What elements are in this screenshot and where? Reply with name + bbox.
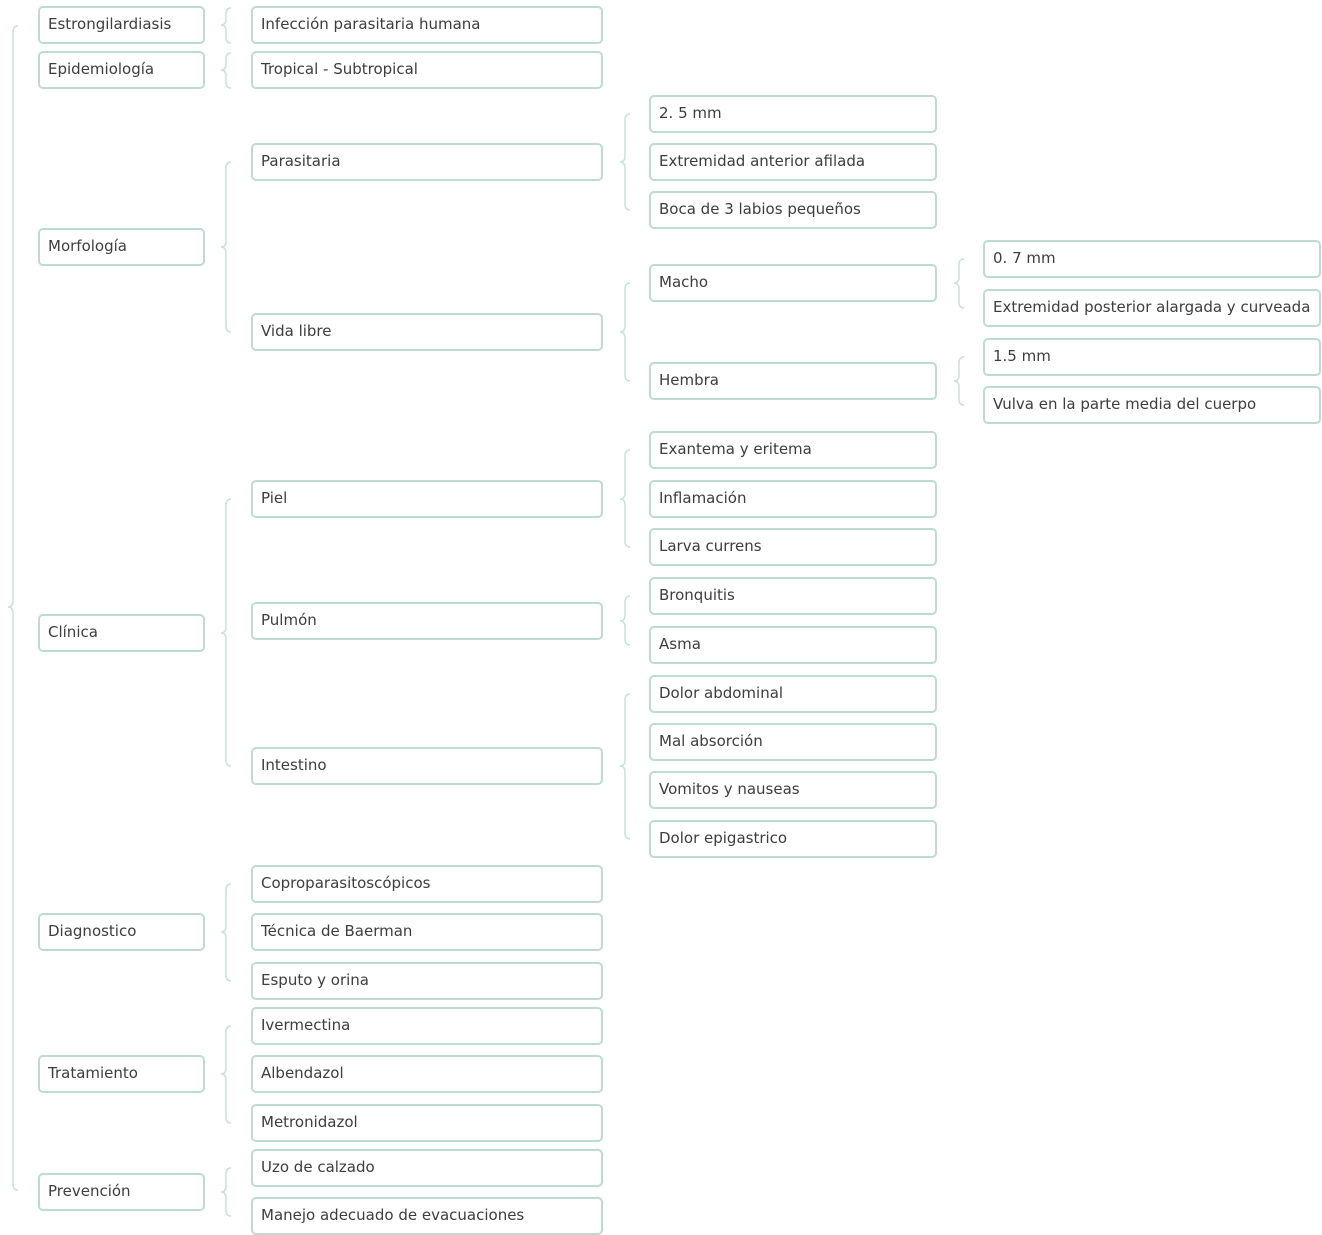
node-uzo-calzado[interactable]: Uzo de calzado [251,1149,603,1187]
node-metronidazol[interactable]: Metronidazol [251,1104,603,1142]
bracket-root [7,25,19,1191]
bracket-intestino [619,693,631,840]
bracket-estrongilardiasis [220,7,232,44]
node-intestino[interactable]: Intestino [251,747,603,785]
bracket-macho [953,258,965,309]
node-coproparasitoscopicos[interactable]: Coproparasitoscópicos [251,865,603,903]
node-dolor-epigastrico[interactable]: Dolor epigastrico [649,820,937,858]
node-exantema[interactable]: Exantema y eritema [649,431,937,469]
node-extremidad-posterior[interactable]: Extremidad posterior alargada y curveada [983,289,1321,327]
node-tecnica-baerman[interactable]: Técnica de Baerman [251,913,603,951]
node-parasitaria[interactable]: Parasitaria [251,143,603,181]
node-bronquitis[interactable]: Bronquitis [649,577,937,615]
bracket-diagnostico [220,883,232,982]
node-hembra-tamano[interactable]: 1.5 mm [983,338,1321,376]
node-macho-tamano[interactable]: 0. 7 mm [983,240,1321,278]
node-tratamiento[interactable]: Tratamiento [38,1055,205,1093]
bracket-prevencion [220,1167,232,1217]
node-esputo-orina[interactable]: Esputo y orina [251,962,603,1000]
bracket-clinica [220,498,232,767]
node-pulmon[interactable]: Pulmón [251,602,603,640]
node-infeccion[interactable]: Infección parasitaria humana [251,6,603,44]
node-larva-currens[interactable]: Larva currens [649,528,937,566]
node-hembra[interactable]: Hembra [649,362,937,400]
node-epidemiologia[interactable]: Epidemiología [38,51,205,89]
bracket-pulmon [619,595,631,646]
node-parasitaria-tamano[interactable]: 2. 5 mm [649,95,937,133]
bracket-morfologia [220,161,232,333]
node-estrongilardiasis[interactable]: Estrongilardiasis [38,6,205,44]
node-asma[interactable]: Asma [649,626,937,664]
bracket-epidemiologia [220,52,232,89]
bracket-tratamiento [220,1025,232,1124]
node-vulva[interactable]: Vulva en la parte media del cuerpo [983,386,1321,424]
node-macho[interactable]: Macho [649,264,937,302]
node-vida-libre[interactable]: Vida libre [251,313,603,351]
node-manejo-evacuaciones[interactable]: Manejo adecuado de evacuaciones [251,1197,603,1235]
node-inflamacion[interactable]: Inflamación [649,480,937,518]
node-dolor-abdominal[interactable]: Dolor abdominal [649,675,937,713]
node-extremidad-anterior[interactable]: Extremidad anterior afilada [649,143,937,181]
node-boca-labios[interactable]: Boca de 3 labios pequeños [649,191,937,229]
node-clinica[interactable]: Clínica [38,614,205,652]
node-tropical[interactable]: Tropical - Subtropical [251,51,603,89]
bracket-hembra [953,356,965,406]
node-prevencion[interactable]: Prevención [38,1173,205,1211]
node-piel[interactable]: Piel [251,480,603,518]
node-vomitos-nauseas[interactable]: Vomitos y nauseas [649,771,937,809]
bracket-piel [619,449,631,548]
node-albendazol[interactable]: Albendazol [251,1055,603,1093]
bracket-vida-libre [619,282,631,382]
node-mal-absorcion[interactable]: Mal absorción [649,723,937,761]
bracket-parasitaria [619,113,631,211]
node-morfologia[interactable]: Morfología [38,228,205,266]
node-ivermectina[interactable]: Ivermectina [251,1007,603,1045]
node-diagnostico[interactable]: Diagnostico [38,913,205,951]
